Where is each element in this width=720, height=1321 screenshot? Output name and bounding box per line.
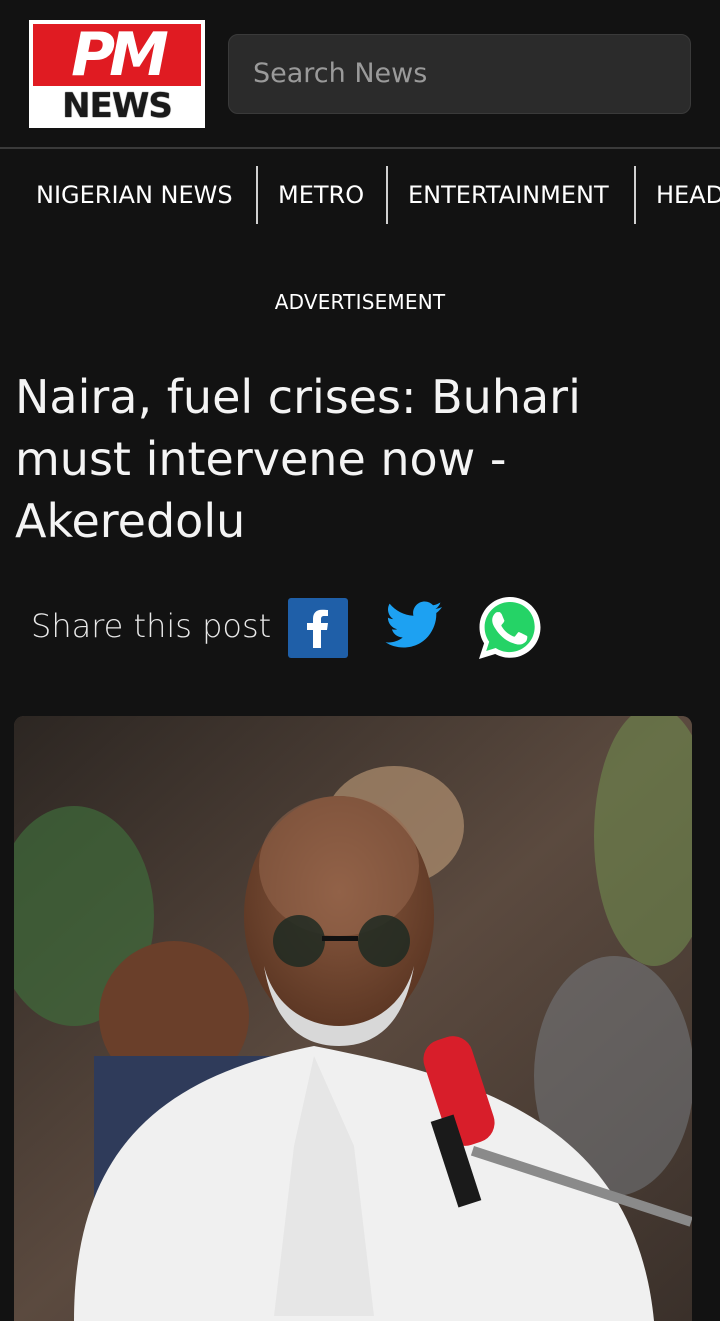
nav-item-headlines[interactable]: HEAD [656, 166, 720, 224]
facebook-icon [307, 609, 328, 648]
nav-divider [256, 166, 258, 224]
logo-top-text: PM [33, 24, 201, 86]
twitter-icon [385, 601, 442, 648]
category-nav: NIGERIAN NEWS METRO ENTERTAINMENT HEAD [0, 151, 720, 241]
nav-item-entertainment[interactable]: ENTERTAINMENT [408, 166, 609, 224]
nav-item-metro[interactable]: METRO [278, 166, 364, 224]
nav-divider [634, 166, 636, 224]
article-photo[interactable] [14, 716, 692, 1321]
whatsapp-icon [479, 597, 541, 659]
site-header: PM NEWS Search News [0, 0, 720, 149]
search-input[interactable]: Search News [228, 34, 691, 114]
pm-news-logo[interactable]: PM NEWS [29, 20, 205, 128]
advertisement-label: ADVERTISEMENT [274, 290, 446, 314]
logo-bottom-text: NEWS [33, 88, 201, 124]
nav-divider [386, 166, 388, 224]
whatsapp-share-button[interactable] [476, 594, 544, 662]
twitter-share-button[interactable] [384, 600, 444, 654]
nav-item-nigerian-news[interactable]: NIGERIAN NEWS [36, 166, 233, 224]
facebook-share-button[interactable] [288, 598, 348, 658]
article-photo-image [14, 716, 692, 1321]
article-headline: Naira, fuel crises: Buhari must interven… [15, 370, 581, 548]
share-label: Share this post [31, 607, 272, 645]
